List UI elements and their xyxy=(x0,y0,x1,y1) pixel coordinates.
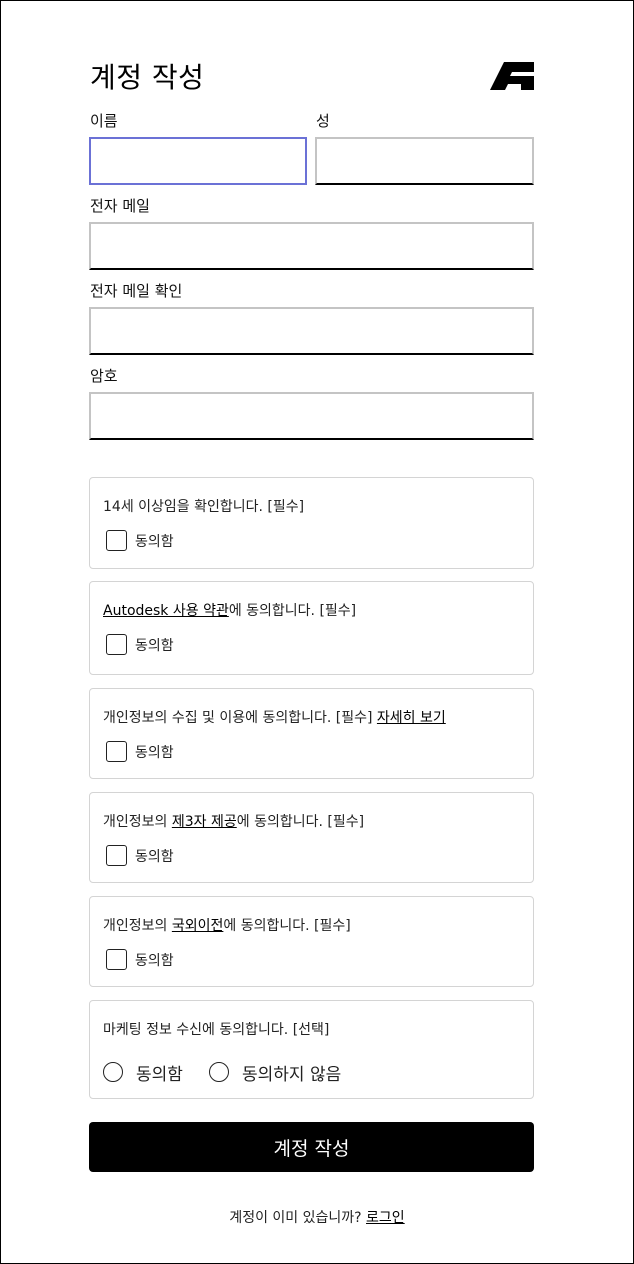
checkbox-label: 동의함 xyxy=(135,953,174,969)
consent-age-checkbox[interactable] xyxy=(106,530,127,551)
consent-terms-checkbox[interactable] xyxy=(106,634,127,655)
third-party-link[interactable]: 제3자 제공 xyxy=(172,814,237,830)
email-label: 전자 메일 xyxy=(90,197,150,215)
consent-third-party-checkbox[interactable] xyxy=(106,845,127,866)
email-input[interactable] xyxy=(89,222,534,270)
login-prompt: 계정이 이미 있습니까? 로그인 xyxy=(229,1210,405,1226)
consent-overseas-checkbox[interactable] xyxy=(106,949,127,970)
consent-card-marketing: 마케팅 정보 수신에 동의합니다. [선택] 동의함 동의하지 않음 xyxy=(89,1000,534,1099)
checkbox-label: 동의함 xyxy=(135,849,174,865)
consent-text: 14세 이상임을 확인합니다. [필수] xyxy=(103,499,305,515)
consent-card-terms: Autodesk 사용 약관에 동의합니다. [필수] 동의함 xyxy=(89,581,534,675)
checkbox-label: 동의함 xyxy=(135,534,174,550)
marketing-agree-radio[interactable] xyxy=(103,1062,123,1082)
checkbox-label: 동의함 xyxy=(135,638,174,654)
terms-of-use-link[interactable]: Autodesk 사용 약관 xyxy=(103,603,229,619)
consent-text: 개인정보의 수집 및 이용에 동의합니다. [필수] 자세히 보기 xyxy=(103,710,446,726)
marketing-agree-label: 동의함 xyxy=(136,1065,183,1085)
consent-card-privacy-collection: 개인정보의 수집 및 이용에 동의합니다. [필수] 자세히 보기 동의함 xyxy=(89,688,534,779)
checkbox-label: 동의함 xyxy=(135,745,174,761)
last-name-label: 성 xyxy=(316,112,330,130)
consent-card-overseas-transfer: 개인정보의 국외이전에 동의합니다. [필수] 동의함 xyxy=(89,896,534,987)
consent-text: 개인정보의 국외이전에 동의합니다. [필수] xyxy=(103,918,351,934)
consent-text: Autodesk 사용 약관에 동의합니다. [필수] xyxy=(103,603,357,619)
see-details-link[interactable]: 자세히 보기 xyxy=(377,710,446,726)
page-title: 계정 작성 xyxy=(90,61,205,94)
consent-text: 개인정보의 제3자 제공에 동의합니다. [필수] xyxy=(103,814,365,830)
email-confirm-label: 전자 메일 확인 xyxy=(90,282,183,300)
consent-card-age: 14세 이상임을 확인합니다. [필수] 동의함 xyxy=(89,477,534,569)
password-label: 암호 xyxy=(90,367,118,385)
password-input[interactable] xyxy=(89,392,534,440)
consent-card-third-party: 개인정보의 제3자 제공에 동의합니다. [필수] 동의함 xyxy=(89,792,534,883)
last-name-input[interactable] xyxy=(315,137,534,185)
marketing-disagree-label: 동의하지 않음 xyxy=(242,1065,342,1085)
overseas-transfer-link[interactable]: 국외이전 xyxy=(172,918,224,934)
first-name-label: 이름 xyxy=(90,112,118,130)
autodesk-logo-icon xyxy=(490,62,534,90)
marketing-disagree-radio[interactable] xyxy=(209,1062,229,1082)
consent-text: 마케팅 정보 수신에 동의합니다. [선택] xyxy=(103,1022,330,1038)
create-account-button[interactable]: 계정 작성 xyxy=(89,1122,534,1172)
login-link[interactable]: 로그인 xyxy=(366,1210,405,1226)
first-name-input[interactable] xyxy=(89,137,307,185)
email-confirm-input[interactable] xyxy=(89,307,534,355)
consent-privacy-checkbox[interactable] xyxy=(106,741,127,762)
